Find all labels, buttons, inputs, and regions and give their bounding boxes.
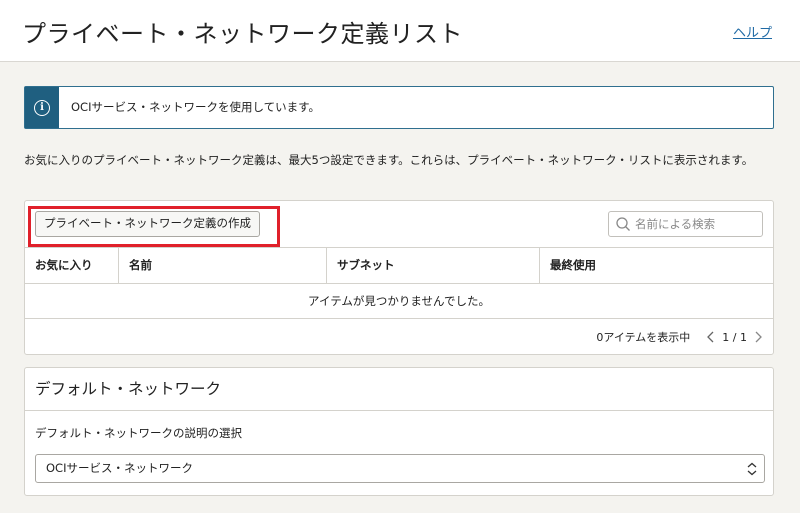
favorites-description: お気に入りのプライベート・ネットワーク定義は、最大5つ設定できます。これらは、プ… [24, 153, 754, 167]
empty-table-message: アイテムが見つかりませんでした。 [25, 284, 773, 319]
page-indicator: 1 / 1 [722, 330, 747, 344]
default-network-selected-value: OCIサービス・ネットワーク [46, 461, 193, 475]
search-box[interactable] [608, 211, 763, 237]
search-icon [616, 217, 630, 231]
help-link[interactable]: ヘルプ [733, 22, 772, 41]
default-network-select[interactable]: OCIサービス・ネットワーク [35, 454, 765, 483]
create-private-network-definition-button[interactable]: プライベート・ネットワーク定義の作成 [35, 211, 260, 237]
pagination: 1 / 1 [704, 330, 765, 344]
info-banner-message: OCIサービス・ネットワークを使用しています。 [71, 100, 320, 114]
page-title: プライベート・ネットワーク定義リスト [22, 20, 463, 48]
search-input[interactable] [635, 217, 755, 231]
column-header-name[interactable]: 名前 [119, 248, 327, 283]
info-icon-container: i [25, 87, 59, 128]
default-network-field-label: デフォルト・ネットワークの説明の選択 [35, 426, 242, 440]
select-arrows-icon [747, 462, 757, 476]
section-divider [25, 410, 773, 411]
info-banner: i OCIサービス・ネットワークを使用しています。 [24, 86, 774, 129]
private-network-definitions-panel: プライベート・ネットワーク定義の作成 お気に入り 名前 サブネット 最終使用 ア… [24, 200, 774, 355]
column-header-favorite[interactable]: お気に入り [25, 248, 119, 283]
item-count-label: 0アイテムを表示中 [596, 331, 691, 344]
chevron-right-icon[interactable] [751, 330, 765, 344]
table-header: お気に入り 名前 サブネット 最終使用 [25, 247, 773, 284]
page-header: プライベート・ネットワーク定義リスト ヘルプ [0, 0, 800, 62]
chevron-left-icon[interactable] [704, 330, 718, 344]
info-icon: i [34, 99, 50, 116]
default-network-panel: デフォルト・ネットワーク デフォルト・ネットワークの説明の選択 OCIサービス・… [24, 367, 774, 496]
default-network-title: デフォルト・ネットワーク [35, 380, 222, 398]
column-header-subnet[interactable]: サブネット [327, 248, 540, 283]
column-header-last-used[interactable]: 最終使用 [540, 248, 773, 283]
table-footer: 0アイテムを表示中 1 / 1 [596, 319, 765, 355]
